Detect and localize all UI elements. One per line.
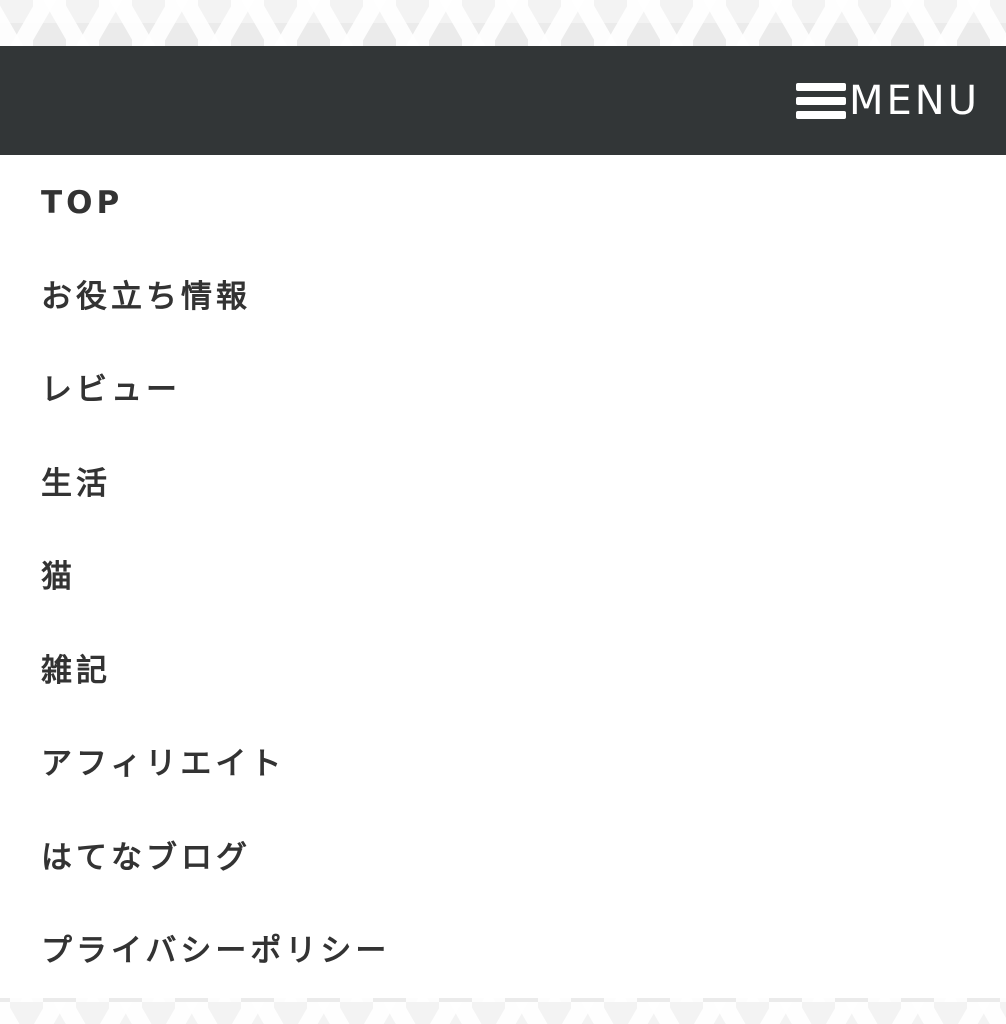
global-navigation-menu: TOP お役立ち情報 レビュー 生活 猫 雑記 アフィリエイト はてなブログ プ…: [0, 155, 1006, 998]
nav-link-cat[interactable]: 猫: [41, 557, 76, 597]
nav-link-life[interactable]: 生活: [41, 464, 111, 504]
nav-link-review[interactable]: レビュー: [41, 370, 181, 410]
nav-item-privacy-policy: プライバシーポリシー: [0, 903, 1006, 997]
nav-item-review: レビュー: [0, 342, 1006, 436]
nav-item-hatena-blog: はてなブログ: [0, 810, 1006, 904]
menu-label: MENU: [849, 78, 980, 124]
hamburger-icon: [796, 81, 847, 121]
background-pattern-bottom: [0, 998, 1006, 1024]
nav-list: TOP お役立ち情報 レビュー 生活 猫 雑記 アフィリエイト はてなブログ プ…: [0, 155, 1006, 997]
nav-item-misc: 雑記: [0, 623, 1006, 717]
nav-item-life: 生活: [0, 436, 1006, 530]
menu-toggle-button[interactable]: MENU: [796, 78, 980, 124]
nav-link-useful-info[interactable]: お役立ち情報: [41, 277, 251, 317]
nav-item-top: TOP: [0, 155, 1006, 249]
nav-link-misc[interactable]: 雑記: [41, 651, 111, 691]
nav-item-useful-info: お役立ち情報: [0, 249, 1006, 343]
nav-link-privacy-policy[interactable]: プライバシーポリシー: [41, 931, 390, 971]
nav-item-cat: 猫: [0, 529, 1006, 623]
background-pattern-top: [0, 0, 1006, 46]
site-header: MENU: [0, 46, 1006, 155]
nav-link-hatena-blog[interactable]: はてなブログ: [41, 838, 251, 878]
nav-link-affiliate[interactable]: アフィリエイト: [41, 744, 285, 784]
nav-link-top[interactable]: TOP: [41, 183, 123, 223]
nav-item-affiliate: アフィリエイト: [0, 716, 1006, 810]
